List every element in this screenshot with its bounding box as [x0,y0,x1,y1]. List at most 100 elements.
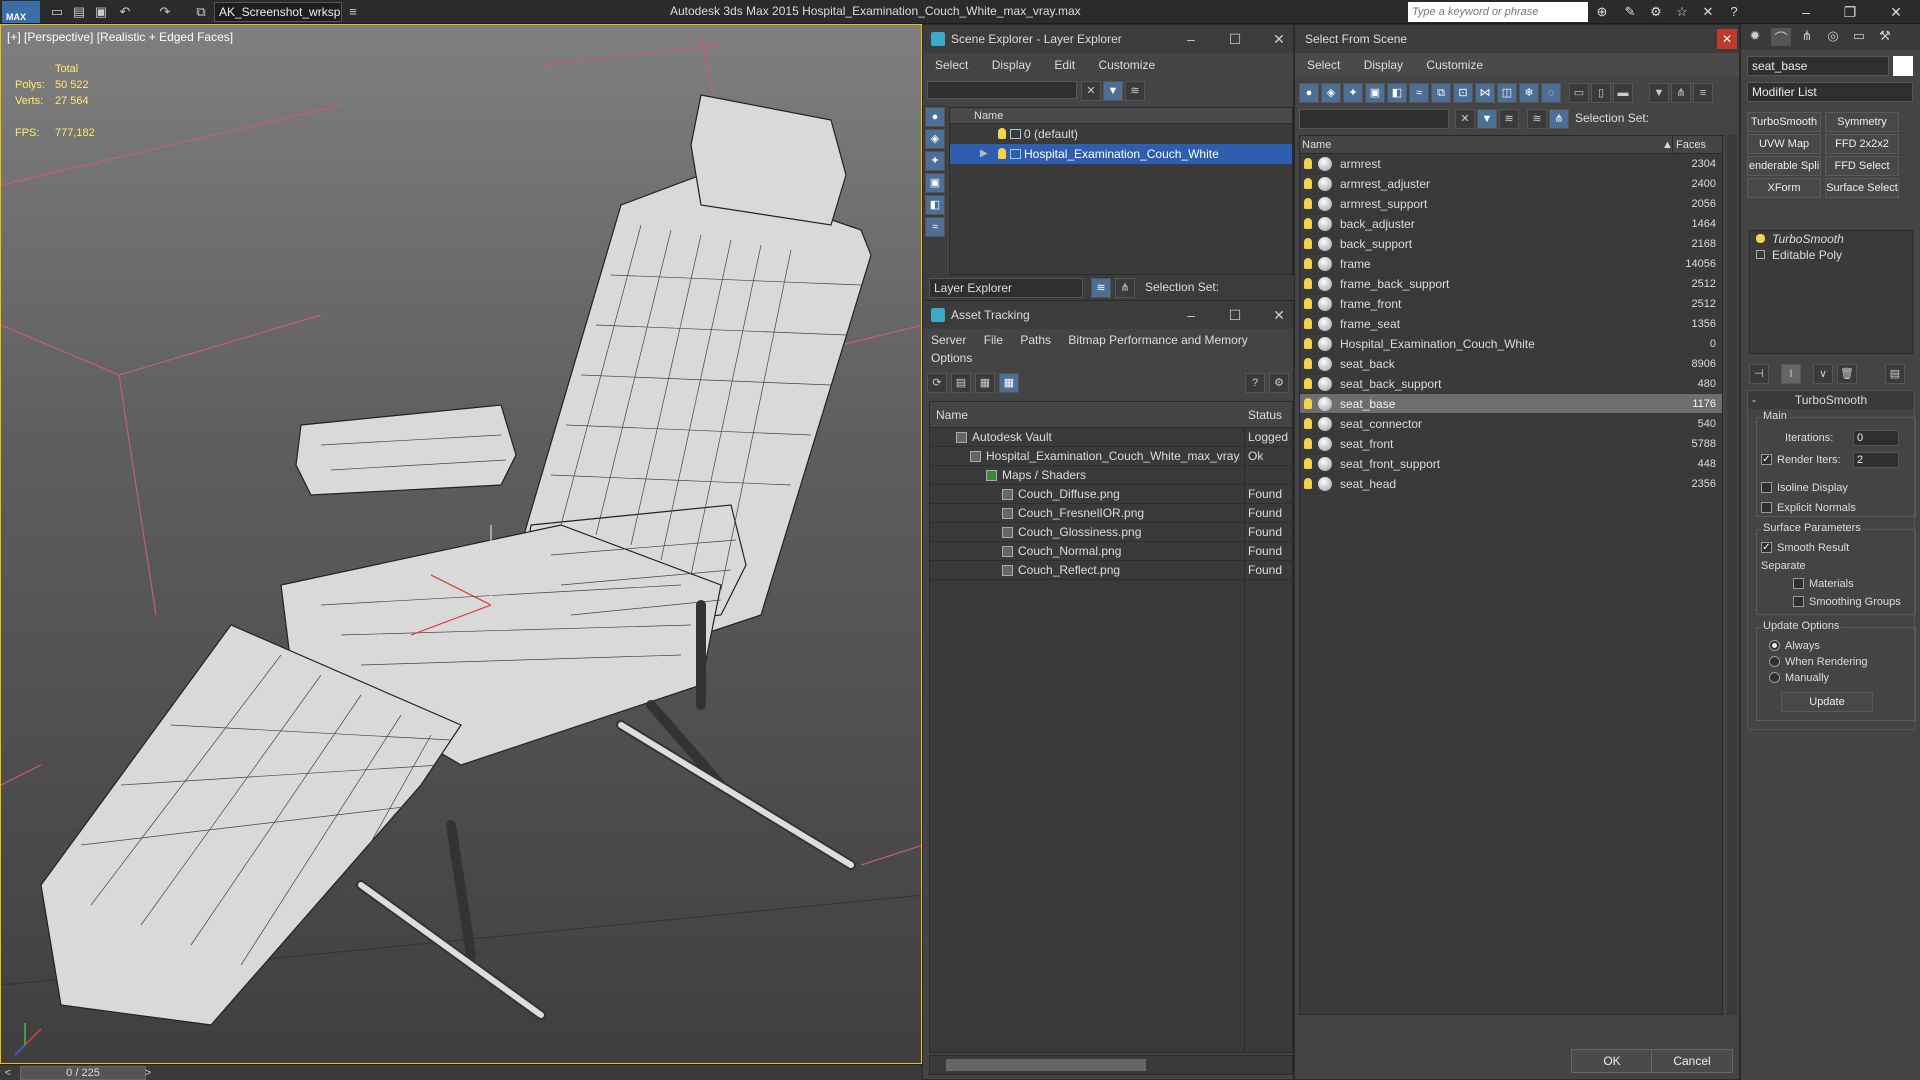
always-radio[interactable] [1769,640,1780,651]
visibility-bulb-icon[interactable] [1304,478,1312,489]
hidden-filter-icon[interactable]: ◌ [1541,83,1561,103]
render-iters-checkbox[interactable]: ✓ [1761,454,1772,465]
motion-tab-icon[interactable]: ◎ [1823,28,1843,46]
renderable-spline-button[interactable]: enderable Spli [1747,156,1821,176]
close-button[interactable]: ✕ [1717,29,1737,49]
ffd-select-button[interactable]: FFD Select [1825,156,1899,176]
lights-filter-icon[interactable]: ✦ [1343,83,1363,103]
col-name-header[interactable]: Name [1302,136,1331,154]
visibility-bulb-icon[interactable] [1304,458,1312,469]
filter-icon[interactable]: ▼ [1477,109,1497,129]
ffd-button[interactable]: FFD 2x2x2 [1825,134,1899,154]
make-unique-icon[interactable]: ∨ [1813,364,1833,384]
pin-stack-icon[interactable]: ⊣ [1749,364,1769,384]
shapes-filter-icon[interactable]: ◈ [925,129,945,149]
menu-display[interactable]: Display [992,58,1031,72]
visibility-bulb-icon[interactable] [1304,178,1312,189]
visibility-bulb-icon[interactable] [998,148,1006,159]
modifier-bulb-icon[interactable] [1756,234,1765,243]
menu-bitmap-performance[interactable]: Bitmap Performance and Memory [1068,333,1247,347]
table-view-icon[interactable]: ▦ [999,373,1019,393]
select-all-icon[interactable]: ▭ [1569,83,1589,103]
shapes-filter-icon[interactable]: ◈ [1321,83,1341,103]
layers-icon[interactable]: ≋ [1091,278,1111,298]
app-logo[interactable]: MAX [2,1,40,23]
lights-filter-icon[interactable]: ✦ [925,151,945,171]
find-input[interactable] [927,81,1077,99]
cameras-filter-icon[interactable]: ▣ [1365,83,1385,103]
visibility-bulb-icon[interactable] [1304,298,1312,309]
geometry-filter-icon[interactable]: ● [925,107,945,127]
smoothing-groups-checkbox[interactable] [1793,596,1804,607]
col-name-header[interactable]: Name [936,402,968,428]
symmetry-button[interactable]: Symmetry [1825,112,1899,132]
spacewarps-filter-icon[interactable]: ≈ [925,217,945,237]
object-list-scrollbar[interactable] [1727,135,1737,1015]
spacewarps-filter-icon[interactable]: ≈ [1409,83,1429,103]
save-icon[interactable]: ▣ [92,3,110,21]
object-row[interactable]: seat_back 8906 [1300,354,1722,374]
object-row[interactable]: seat_front 5788 [1300,434,1722,454]
redo-icon[interactable]: ↷ [156,3,174,21]
layer-options-icon[interactable]: ≋ [1125,81,1145,101]
expand-arrow-icon[interactable]: ▶ [980,144,988,164]
helpers-filter-icon[interactable]: ◧ [925,195,945,215]
asset-row[interactable]: Couch_Glossiness.png Found [930,523,1292,542]
cancel-button[interactable]: Cancel [1651,1049,1733,1073]
settings-icon[interactable]: ⚙ [1269,373,1289,393]
scrollbar-thumb[interactable] [946,1059,1146,1071]
asset-row[interactable]: Couch_Reflect.png Found [930,561,1292,580]
menu-file[interactable]: File [984,333,1003,347]
asset-row[interactable]: Autodesk Vault Logged [930,428,1292,447]
object-row[interactable]: seat_back_support 480 [1300,374,1722,394]
visibility-bulb-icon[interactable] [1304,258,1312,269]
create-tab-icon[interactable]: ✹ [1745,28,1765,46]
hierarchy-icon[interactable]: ⋔ [1549,109,1569,129]
open-file-icon[interactable]: ▤ [70,3,88,21]
subscription-icon[interactable]: ⚙ [1646,3,1666,21]
object-row[interactable]: armrest_adjuster 2400 [1300,174,1722,194]
minimize-button[interactable]: – [1177,301,1205,329]
maximize-button[interactable]: ☐ [1221,301,1249,329]
visibility-bulb-icon[interactable] [1304,418,1312,429]
display-tab-icon[interactable]: ▭ [1849,28,1869,46]
geometry-filter-icon[interactable]: ● [1299,83,1319,103]
layers-icon[interactable]: ≋ [1527,109,1547,129]
explicit-normals-checkbox[interactable] [1761,502,1772,513]
col-faces-header[interactable]: Faces [1676,136,1706,154]
col-status-header[interactable]: Status [1248,402,1282,428]
surface-select-button[interactable]: Surface Select [1825,178,1899,198]
help-icon[interactable]: ? [1724,3,1744,21]
menu-options[interactable]: Options [931,351,972,365]
select-none-icon[interactable]: ▯ [1591,83,1611,103]
project-folder-icon[interactable]: ⧉ [192,3,210,21]
visibility-bulb-icon[interactable] [1304,378,1312,389]
turbosmooth-button[interactable]: TurboSmooth [1747,112,1821,132]
object-row[interactable]: back_adjuster 1464 [1300,214,1722,234]
next-frame-icon[interactable]: > [140,1065,156,1080]
new-file-icon[interactable]: ▭ [48,3,66,21]
object-row[interactable]: seat_head 2356 [1300,474,1722,494]
asset-horizontal-scrollbar[interactable] [929,1055,1293,1075]
tools-icon[interactable]: ✎ [1620,3,1640,21]
menu-server[interactable]: Server [931,333,966,347]
update-button[interactable]: Update [1781,692,1873,712]
tool-x-icon[interactable]: ✕ [1698,3,1718,21]
layer-row-default[interactable]: 0 (default) [950,124,1292,144]
menu-select[interactable]: Select [1307,58,1340,72]
cameras-filter-icon[interactable]: ▣ [925,173,945,193]
containers-filter-icon[interactable]: ◫ [1497,83,1517,103]
object-row[interactable]: Hospital_Examination_Couch_White 0 [1300,334,1722,354]
workspace-menu-icon[interactable]: ≡ [344,3,362,21]
visibility-bulb-icon[interactable] [1304,438,1312,449]
select-invert-icon[interactable]: ▬ [1613,83,1633,103]
visibility-bulb-icon[interactable] [1304,218,1312,229]
layer-row-couch[interactable]: ▶ Hospital_Examination_Couch_White [950,144,1292,164]
modifier-list-dropdown[interactable]: Modifier List [1747,82,1913,102]
object-row[interactable]: seat_connector 540 [1300,414,1722,434]
minimize-button[interactable]: – [1177,25,1205,53]
object-row[interactable]: back_support 2168 [1300,234,1722,254]
viewport-label[interactable]: [+] [Perspective] [Realistic + Edged Fac… [7,30,233,44]
layer-options-icon[interactable]: ≋ [1499,109,1519,129]
object-row[interactable]: armrest_support 2056 [1300,194,1722,214]
